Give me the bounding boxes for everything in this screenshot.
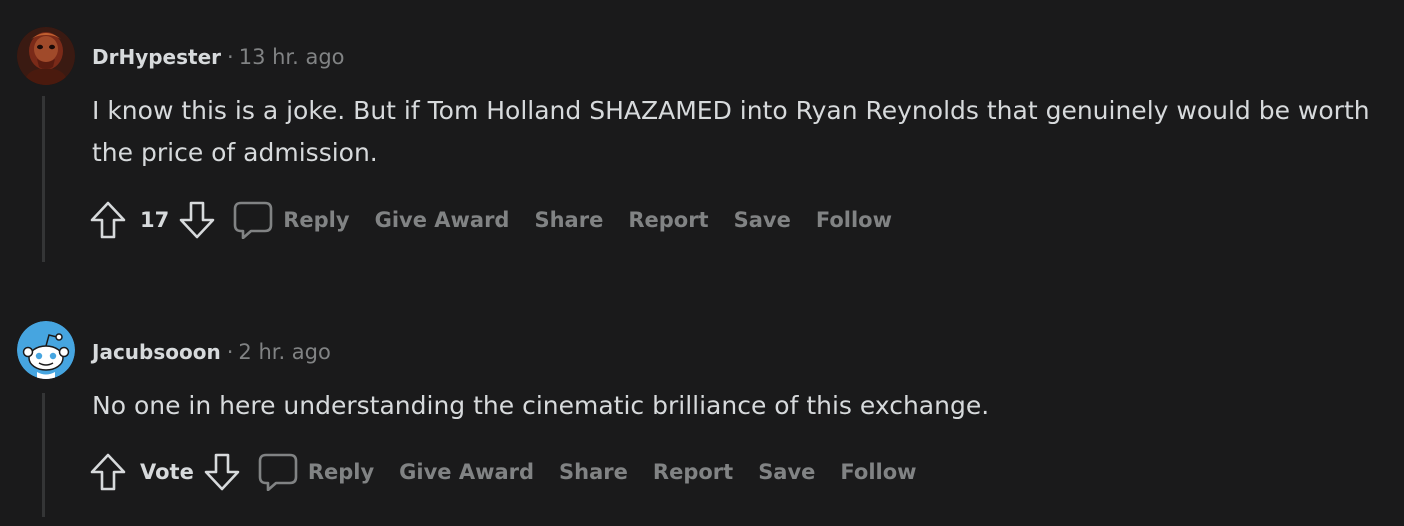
comment-body: No one in here understanding the cinemat… [92,391,990,420]
meta-separator: · [226,340,234,364]
username-link[interactable]: Jacubsooon [92,340,221,364]
comment-actions: Vote Reply Give Award Share Report Save … [90,452,942,492]
share-button[interactable]: Share [559,460,628,484]
downvote-icon[interactable] [204,452,240,492]
timestamp-link[interactable]: 2 hr. ago [238,340,330,364]
comment: Jacubsooon · 2 hr. ago No one in here unde… [0,0,1404,526]
avatar[interactable] [17,321,75,379]
follow-button[interactable]: Follow [840,460,916,484]
comment-meta: Jacubsooon · 2 hr. ago [92,338,331,366]
save-button[interactable]: Save [758,460,815,484]
report-button[interactable]: Report [653,460,733,484]
thread-line[interactable] [42,393,45,517]
reply-button[interactable]: Reply [308,460,374,484]
give-award-button[interactable]: Give Award [399,460,534,484]
vote-label: Vote [140,460,194,484]
upvote-icon[interactable] [90,452,126,492]
snoo-avatar-icon [17,321,75,379]
comment-bubble-icon[interactable] [258,452,298,492]
